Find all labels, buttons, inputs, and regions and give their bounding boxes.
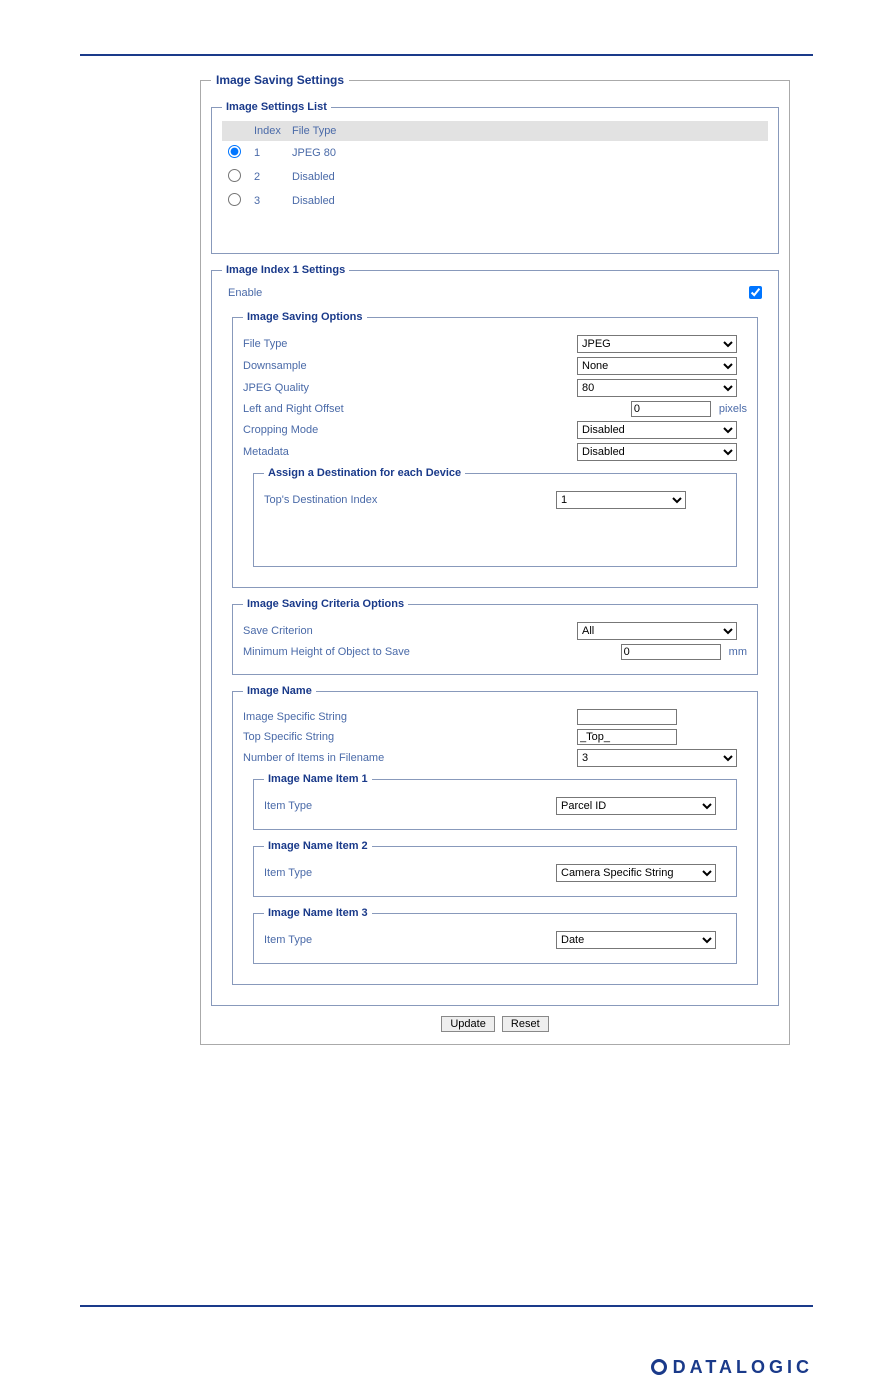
header-filetype: File Type bbox=[292, 125, 762, 137]
item1-type-label: Item Type bbox=[264, 800, 556, 812]
list-index-1: 1 bbox=[254, 147, 282, 159]
image-specific-label: Image Specific String bbox=[243, 711, 577, 723]
list-filetype-3: Disabled bbox=[292, 195, 762, 207]
list-radio-1[interactable] bbox=[228, 145, 241, 158]
list-filetype-1: JPEG 80 bbox=[292, 147, 762, 159]
image-index-1-legend: Image Index 1 Settings bbox=[222, 264, 349, 276]
enable-checkbox[interactable] bbox=[749, 286, 762, 299]
save-criterion-label: Save Criterion bbox=[243, 625, 577, 637]
image-settings-list-fieldset: Image Settings List Index File Type 1 JP… bbox=[211, 101, 779, 254]
list-row[interactable]: 2 Disabled bbox=[222, 165, 768, 189]
top-specific-input[interactable] bbox=[577, 729, 677, 745]
cropping-select[interactable]: Disabled bbox=[577, 421, 737, 439]
criteria-legend: Image Saving Criteria Options bbox=[243, 598, 408, 610]
image-saving-settings-panel: Image Saving Settings Image Settings Lis… bbox=[200, 80, 790, 1045]
list-header: Index File Type bbox=[222, 121, 768, 141]
image-index-1-fieldset: Image Index 1 Settings Enable Image Savi… bbox=[211, 264, 779, 1006]
item2-type-label: Item Type bbox=[264, 867, 556, 879]
list-index-2: 2 bbox=[254, 171, 282, 183]
min-height-label: Minimum Height of Object to Save bbox=[243, 646, 547, 658]
panel-title: Image Saving Settings bbox=[211, 73, 349, 87]
enable-label: Enable bbox=[228, 287, 262, 299]
list-radio-3[interactable] bbox=[228, 193, 241, 206]
item2-legend: Image Name Item 2 bbox=[264, 840, 372, 852]
list-row[interactable]: 1 JPEG 80 bbox=[222, 141, 768, 165]
list-filetype-2: Disabled bbox=[292, 171, 762, 183]
image-name-item1-fieldset: Image Name Item 1 Item Type Parcel ID bbox=[253, 773, 737, 830]
metadata-label: Metadata bbox=[243, 446, 577, 458]
item3-type-select[interactable]: Date bbox=[556, 931, 716, 949]
brand-logo: DATALOGIC bbox=[0, 1357, 893, 1378]
num-items-select[interactable]: 3 bbox=[577, 749, 737, 767]
jpeg-quality-select[interactable]: 80 bbox=[577, 379, 737, 397]
criteria-fieldset: Image Saving Criteria Options Save Crite… bbox=[232, 598, 758, 675]
offset-input[interactable] bbox=[631, 401, 711, 417]
jpeg-quality-label: JPEG Quality bbox=[243, 382, 577, 394]
item2-type-select[interactable]: Camera Specific String bbox=[556, 864, 716, 882]
list-row[interactable]: 3 Disabled bbox=[222, 189, 768, 213]
save-criterion-select[interactable]: All bbox=[577, 622, 737, 640]
file-type-label: File Type bbox=[243, 338, 577, 350]
image-settings-list-legend: Image Settings List bbox=[222, 101, 331, 113]
item1-legend: Image Name Item 1 bbox=[264, 773, 372, 785]
cropping-label: Cropping Mode bbox=[243, 424, 577, 436]
item3-legend: Image Name Item 3 bbox=[264, 907, 372, 919]
top-divider bbox=[80, 54, 813, 56]
item1-type-select[interactable]: Parcel ID bbox=[556, 797, 716, 815]
top-specific-label: Top Specific String bbox=[243, 731, 577, 743]
image-name-fieldset: Image Name Image Specific String Top Spe… bbox=[232, 685, 758, 985]
reset-button[interactable]: Reset bbox=[502, 1016, 549, 1032]
image-saving-options-legend: Image Saving Options bbox=[243, 311, 367, 323]
metadata-select[interactable]: Disabled bbox=[577, 443, 737, 461]
image-name-legend: Image Name bbox=[243, 685, 316, 697]
downsample-select[interactable]: None bbox=[577, 357, 737, 375]
image-name-item2-fieldset: Image Name Item 2 Item Type Camera Speci… bbox=[253, 840, 737, 897]
downsample-label: Downsample bbox=[243, 360, 577, 372]
bottom-divider bbox=[80, 1305, 813, 1307]
header-index: Index bbox=[254, 125, 282, 137]
assign-destination-fieldset: Assign a Destination for each Device Top… bbox=[253, 467, 737, 567]
image-specific-input[interactable] bbox=[577, 709, 677, 725]
update-button[interactable]: Update bbox=[441, 1016, 494, 1032]
dest-index-select[interactable]: 1 bbox=[556, 491, 686, 509]
dest-index-label: Top's Destination Index bbox=[264, 494, 556, 506]
list-radio-2[interactable] bbox=[228, 169, 241, 182]
image-name-item3-fieldset: Image Name Item 3 Item Type Date bbox=[253, 907, 737, 964]
offset-label: Left and Right Offset bbox=[243, 403, 547, 415]
min-height-input[interactable] bbox=[621, 644, 721, 660]
image-saving-options-fieldset: Image Saving Options File Type JPEG Down… bbox=[232, 311, 758, 588]
brand-icon bbox=[651, 1359, 667, 1375]
list-index-3: 3 bbox=[254, 195, 282, 207]
item3-type-label: Item Type bbox=[264, 934, 556, 946]
num-items-label: Number of Items in Filename bbox=[243, 752, 577, 764]
file-type-select[interactable]: JPEG bbox=[577, 335, 737, 353]
min-height-unit: mm bbox=[729, 646, 747, 658]
offset-unit: pixels bbox=[719, 403, 747, 415]
assign-destination-legend: Assign a Destination for each Device bbox=[264, 467, 465, 479]
